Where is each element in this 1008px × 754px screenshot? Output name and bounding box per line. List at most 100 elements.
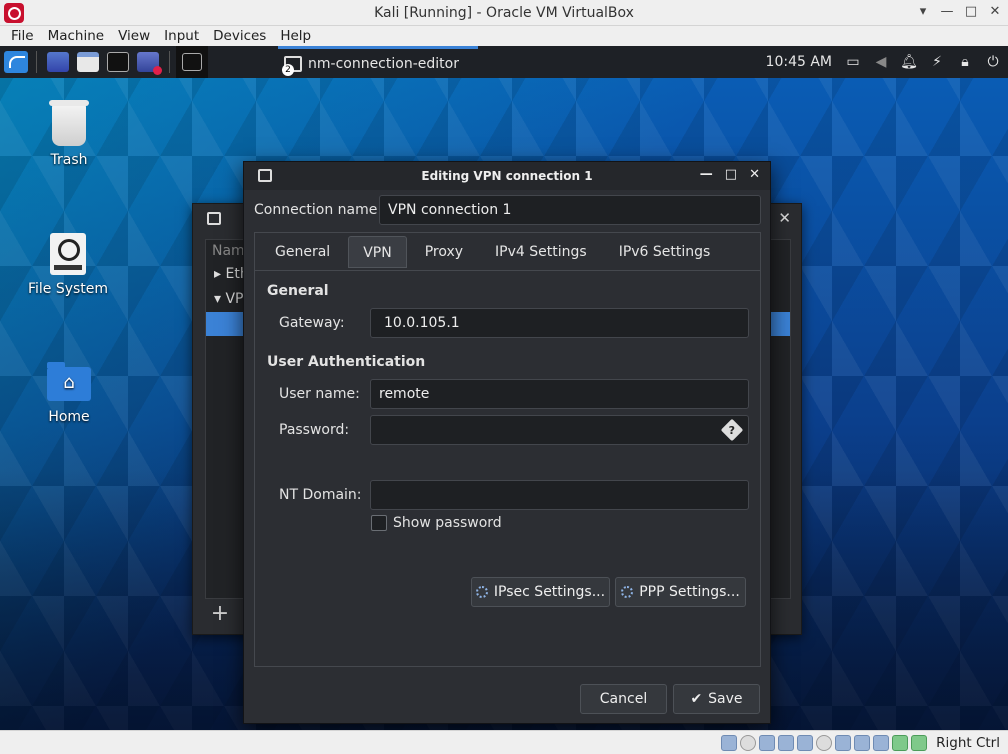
add-connection-button[interactable]: + xyxy=(205,600,235,630)
display-icon[interactable] xyxy=(835,734,852,751)
keyboard-capture-icon[interactable] xyxy=(911,734,928,751)
minimize-icon[interactable]: — xyxy=(700,167,713,182)
show-password-checkbox[interactable] xyxy=(371,515,387,531)
desktop-icon-label: File System xyxy=(27,281,109,297)
minimize-icon[interactable]: — xyxy=(940,4,954,19)
guest-screen: nm-connection-editor 10:45 AM ▭ ◀ 🔔︎ ⚡︎ … xyxy=(0,46,1008,730)
host-key-label: Right Ctrl xyxy=(936,734,1000,751)
dialog-title: Editing VPN connection 1 xyxy=(421,169,593,183)
show-password-checkbox-row[interactable]: Show password xyxy=(371,515,502,531)
recording-icon[interactable] xyxy=(854,734,871,751)
power-manager-icon[interactable]: ⚡︎ xyxy=(930,54,944,70)
terminal-icon[interactable] xyxy=(107,52,129,72)
settings-notebook: General VPN Proxy IPv4 Settings IPv6 Set… xyxy=(254,232,761,667)
section-header-general: General xyxy=(267,283,329,299)
username-label: User name: xyxy=(279,386,360,402)
window-icon xyxy=(258,169,272,182)
maximize-icon[interactable]: □ xyxy=(964,4,978,19)
screen-recorder-icon[interactable] xyxy=(137,52,162,75)
optical-drive-icon[interactable] xyxy=(740,734,757,751)
audio-icon[interactable] xyxy=(759,734,776,751)
menu-help[interactable]: Help xyxy=(273,28,318,44)
ppp-settings-label: PPP Settings... xyxy=(639,584,740,600)
tab-general[interactable]: General xyxy=(261,236,344,268)
cpu-icon[interactable] xyxy=(873,734,890,751)
menu-machine[interactable]: Machine xyxy=(41,28,112,44)
dialog-titlebar: Editing VPN connection 1 — □ ✕ xyxy=(244,162,770,190)
bell-icon[interactable]: 🔔︎ xyxy=(900,54,918,70)
window-menu-icon[interactable]: ▾ xyxy=(916,4,930,19)
menu-input[interactable]: Input xyxy=(157,28,206,44)
tab-proxy[interactable]: Proxy xyxy=(411,236,477,268)
desktop-icon-file-system[interactable]: File System xyxy=(18,233,118,297)
gateway-input[interactable]: 10.0.105.1 xyxy=(370,308,749,338)
desktop-icon-home[interactable]: Home xyxy=(19,361,119,425)
window-icon xyxy=(207,212,221,225)
workspace-button[interactable] xyxy=(176,46,208,78)
edit-vpn-dialog: Editing VPN connection 1 — □ ✕ Connectio… xyxy=(243,161,771,724)
hard-disk-icon[interactable] xyxy=(721,734,738,751)
window-group-icon xyxy=(282,55,302,76)
tab-ipv6-settings[interactable]: IPv6 Settings xyxy=(605,236,725,268)
system-tray: 10:45 AM ▭ ◀ 🔔︎ ⚡︎ 🔒︎ ⏻ xyxy=(766,46,1000,78)
password-label: Password: xyxy=(279,422,350,438)
gateway-label: Gateway: xyxy=(279,315,345,331)
workspace-switcher-icon[interactable] xyxy=(47,52,69,72)
virtualbox-logo-icon xyxy=(4,3,24,23)
logout-icon[interactable]: ⏻ xyxy=(986,54,1000,70)
ipsec-settings-label: IPsec Settings... xyxy=(493,584,606,600)
usb-icon[interactable] xyxy=(797,734,814,751)
username-input[interactable]: remote xyxy=(370,379,749,409)
close-icon[interactable]: ✕ xyxy=(749,167,760,182)
trash-icon xyxy=(49,100,89,146)
desktop-icon-trash[interactable]: Trash xyxy=(19,100,119,168)
nt-domain-input[interactable] xyxy=(370,480,749,510)
display-icon[interactable]: ▭ xyxy=(846,54,860,70)
clock[interactable]: 10:45 AM xyxy=(766,54,832,70)
checkmark-icon: ✔ xyxy=(690,691,703,707)
gateway-row: Gateway: 10.0.105.1 xyxy=(279,308,749,338)
desktop-icon-label: Home xyxy=(48,409,90,425)
vbox-window-controls: ▾ — □ ✕ xyxy=(916,4,1002,19)
taskbar-item-nm-connection-editor[interactable]: nm-connection-editor xyxy=(278,46,478,78)
cancel-button[interactable]: Cancel xyxy=(580,684,667,714)
password-row: Password: ? xyxy=(279,415,749,445)
network-icon[interactable] xyxy=(778,734,795,751)
vbox-titlebar: Kali [Running] - Oracle VM VirtualBox ▾ … xyxy=(0,0,1008,26)
show-password-label: Show password xyxy=(393,515,502,531)
settings-icon xyxy=(621,586,634,598)
ppp-settings-button[interactable]: PPP Settings... xyxy=(615,577,746,607)
password-storage-icon[interactable]: ? xyxy=(720,418,744,442)
save-label: Save xyxy=(708,691,743,707)
top-panel: nm-connection-editor 10:45 AM ▭ ◀ 🔔︎ ⚡︎ … xyxy=(0,46,1008,78)
close-icon[interactable]: ✕ xyxy=(778,209,791,227)
close-icon[interactable]: ✕ xyxy=(988,4,1002,19)
kali-menu-button[interactable] xyxy=(2,48,30,76)
connection-name-row: Connection name VPN connection 1 xyxy=(254,195,761,225)
panel-separator xyxy=(36,51,37,73)
taskbar-item-label: nm-connection-editor xyxy=(308,55,459,72)
section-header-user-authentication: User Authentication xyxy=(267,354,426,370)
connection-name-input[interactable]: VPN connection 1 xyxy=(379,195,761,225)
tab-ipv4-settings[interactable]: IPv4 Settings xyxy=(481,236,601,268)
vbox-window-title: Kali [Running] - Oracle VM VirtualBox xyxy=(374,4,634,21)
lock-icon[interactable]: 🔒︎ xyxy=(958,54,972,70)
save-button[interactable]: ✔ Save xyxy=(673,684,760,714)
ipsec-settings-button[interactable]: IPsec Settings... xyxy=(471,577,610,607)
nt-domain-label: NT Domain: xyxy=(279,487,362,503)
tab-vpn[interactable]: VPN xyxy=(348,235,407,268)
vbox-menubar: File Machine View Input Devices Help xyxy=(0,26,1008,46)
maximize-icon[interactable]: □ xyxy=(725,167,737,182)
volume-icon[interactable]: ◀ xyxy=(874,54,888,70)
menu-file[interactable]: File xyxy=(4,28,41,44)
mouse-integration-icon[interactable] xyxy=(892,734,909,751)
shared-folders-icon[interactable] xyxy=(816,734,833,751)
tab-bar: General VPN Proxy IPv4 Settings IPv6 Set… xyxy=(255,233,760,271)
file-manager-icon[interactable] xyxy=(77,52,99,72)
password-input[interactable]: ? xyxy=(370,415,749,445)
menu-view[interactable]: View xyxy=(111,28,157,44)
menu-devices[interactable]: Devices xyxy=(206,28,273,44)
connection-name-label: Connection name xyxy=(254,202,378,218)
kali-dragon-icon xyxy=(4,51,28,73)
home-folder-icon xyxy=(47,362,91,401)
